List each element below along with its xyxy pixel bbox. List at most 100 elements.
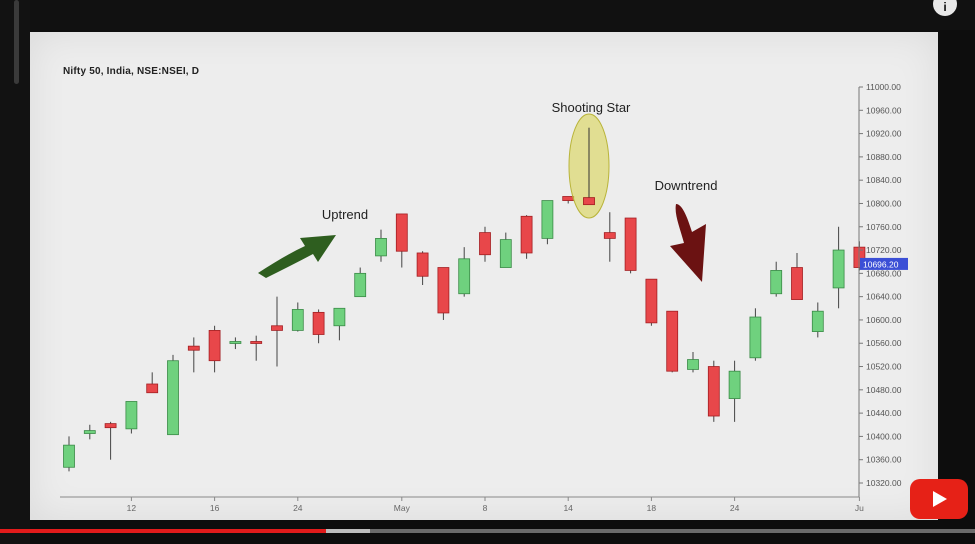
candle-body — [624, 217, 637, 271]
candle — [437, 267, 450, 320]
candle — [541, 200, 554, 245]
candle — [104, 421, 117, 460]
price-axis: 11000.00 10960.00 10920.00 10880.00 10840.00… — [858, 82, 908, 497]
candle-body — [395, 213, 408, 252]
candle-body — [271, 325, 283, 331]
candle — [250, 335, 263, 361]
time-tick-label: 14 — [563, 503, 573, 513]
candle-body — [541, 200, 554, 239]
candle-body — [167, 360, 179, 436]
time-tick-label: 12 — [127, 503, 137, 513]
candle-body — [811, 310, 824, 332]
candle — [791, 252, 803, 300]
candle — [624, 217, 637, 274]
candle — [458, 247, 471, 297]
price-tick-label: 10960.00 — [866, 105, 902, 115]
candle-body — [83, 430, 96, 434]
candle-body — [458, 258, 471, 295]
candle-body — [63, 444, 75, 468]
time-tick-label: Ju — [855, 503, 864, 513]
candle-body — [250, 341, 263, 344]
candle — [333, 307, 346, 341]
candle-body — [354, 272, 367, 298]
candle-body — [187, 345, 200, 351]
candle — [271, 296, 283, 367]
time-tick-label: May — [394, 503, 411, 513]
candle-body — [104, 423, 117, 429]
candle-body — [229, 341, 242, 344]
candle — [416, 251, 429, 285]
candle — [562, 196, 575, 204]
uptrend-label: Uptrend — [322, 207, 368, 222]
price-tick-label: 10760.00 — [866, 222, 902, 232]
price-tick-label: 10480.00 — [866, 385, 902, 395]
youtube-play-icon[interactable] — [910, 479, 968, 519]
time-tick-label: 24 — [293, 503, 303, 513]
price-tick-label: 10920.00 — [866, 129, 902, 139]
candle-body — [437, 267, 450, 314]
candle — [707, 360, 720, 422]
price-tick-label: 10640.00 — [866, 292, 902, 302]
uptrend-arrow-icon — [258, 235, 336, 278]
candle-body — [562, 196, 575, 201]
shooting-star-label: Shooting Star — [552, 100, 631, 115]
price-tick-label: 10320.00 — [866, 478, 902, 488]
candle-body — [125, 401, 138, 430]
price-tick-label: 10360.00 — [866, 455, 902, 465]
price-tick-label: 10600.00 — [866, 315, 902, 325]
candle — [208, 325, 221, 373]
candle-body — [479, 232, 491, 256]
played-bar — [0, 529, 326, 533]
price-tick-label: 10400.00 — [866, 431, 902, 441]
candle-body — [687, 359, 699, 370]
time-tick-label: 16 — [210, 503, 220, 513]
candle-body — [416, 252, 429, 277]
candle — [291, 302, 304, 332]
candle-body — [603, 232, 616, 239]
price-tick-label: 10840.00 — [866, 175, 902, 185]
price-tick-label: 10880.00 — [866, 152, 902, 162]
candle — [83, 424, 96, 440]
candle — [312, 309, 325, 344]
shooting-star-body — [583, 197, 595, 206]
candle — [832, 226, 845, 309]
candle-body — [832, 249, 845, 289]
last-price-label: 10696.20 — [863, 259, 899, 269]
time-tick-label: 8 — [483, 503, 488, 513]
candle-body — [499, 239, 512, 268]
candle-body — [728, 370, 741, 399]
time-tick-label: 24 — [730, 503, 740, 513]
candle-body — [707, 366, 720, 417]
candle-body — [291, 309, 304, 331]
price-tick-label: 10560.00 — [866, 338, 902, 348]
candle-body — [645, 278, 658, 324]
candle — [499, 232, 512, 268]
candle — [229, 337, 242, 350]
candle-body — [666, 310, 679, 372]
price-tick-label: 10520.00 — [866, 362, 902, 372]
candle — [187, 337, 200, 373]
candle — [395, 213, 408, 268]
candle — [167, 354, 179, 436]
downtrend-arrow-icon — [670, 204, 706, 282]
price-tick-label: 10800.00 — [866, 198, 902, 208]
candle — [811, 302, 824, 338]
candle-body — [312, 311, 325, 335]
candle — [728, 360, 741, 422]
time-axis: 12 16 24 May 8 14 18 24 Ju — [60, 496, 864, 513]
price-tick-label: 10440.00 — [866, 408, 902, 418]
candle — [666, 310, 679, 373]
candle-body — [146, 383, 159, 394]
candle — [125, 401, 138, 434]
candle — [375, 229, 387, 262]
video-progress-bar[interactable] — [0, 529, 975, 533]
candle-body — [375, 238, 387, 257]
candle — [479, 226, 491, 262]
candle — [146, 372, 159, 394]
candlestick-chart: Uptrend Shooting Star Downtrend 11000.00 10… — [60, 82, 908, 513]
candle-body — [520, 215, 533, 254]
candle-body — [749, 316, 762, 359]
candle — [770, 261, 783, 297]
candles-layer — [63, 127, 866, 472]
downtrend-label: Downtrend — [655, 178, 718, 193]
